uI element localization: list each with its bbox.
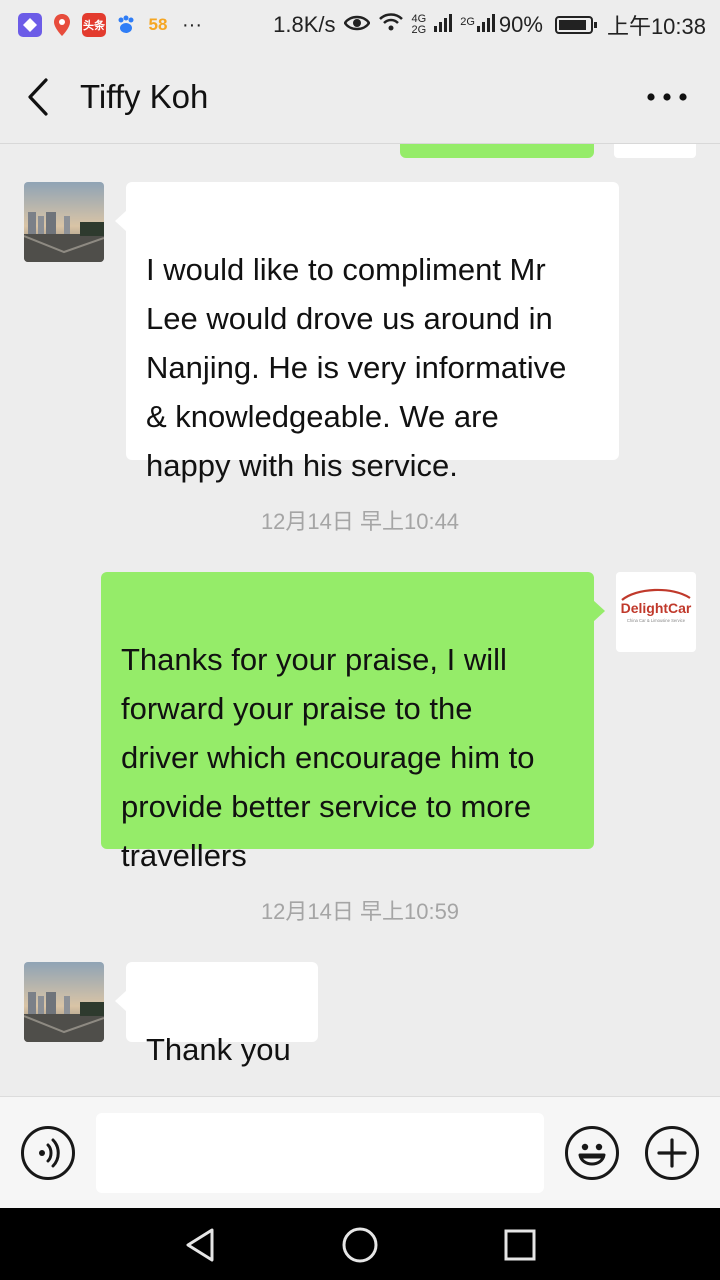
contact-avatar[interactable] xyxy=(24,182,104,262)
message-text: Thanks for your praise, I will forward y… xyxy=(121,642,535,873)
toutiao-icon: 头条 xyxy=(82,13,106,37)
svg-text:China Car & Limousine Service: China Car & Limousine Service xyxy=(627,618,686,623)
square-recents-icon xyxy=(504,1229,536,1261)
svg-text:DelightCar: DelightCar xyxy=(621,600,692,616)
nav-recents-button[interactable] xyxy=(499,1224,541,1266)
input-bar xyxy=(0,1096,720,1208)
incoming-message-bubble[interactable]: Thank you xyxy=(115,962,318,1067)
status-bar: 头条 58 ··· 1.8K/s 4G 2G 2G 90% 上午10:38 xyxy=(0,0,720,50)
battery-percent: 90% xyxy=(498,12,543,37)
more-notifications-icon: ··· xyxy=(182,13,202,36)
triangle-back-icon xyxy=(186,1228,214,1262)
voice-input-button[interactable] xyxy=(21,1126,75,1180)
avatar-photo xyxy=(24,962,104,1042)
avatar-photo xyxy=(24,182,104,262)
wifi-icon xyxy=(378,12,404,38)
back-button[interactable] xyxy=(20,74,60,120)
signal-icon-2 xyxy=(476,12,495,38)
network-speed: 1.8K/s xyxy=(273,12,336,37)
message-timestamp: 12月14日 早上10:59 xyxy=(260,899,460,924)
partial-avatar xyxy=(614,144,696,158)
system-status: 1.8K/s 4G 2G 2G 90% 上午10:38 xyxy=(273,9,706,41)
contact-avatar[interactable] xyxy=(24,962,104,1042)
battery-fill xyxy=(558,20,586,30)
network-type-bottom: 2G xyxy=(411,24,427,36)
incoming-message-bubble[interactable]: I would like to compliment Mr Lee would … xyxy=(115,182,619,483)
baidu-paw-icon xyxy=(114,13,138,37)
signal-icon xyxy=(434,12,453,38)
my-avatar[interactable]: DelightCar China Car & Limousine Service xyxy=(616,572,696,652)
battery-icon xyxy=(554,16,597,34)
more-dots-icon xyxy=(647,93,687,101)
circle-home-icon xyxy=(342,1227,378,1263)
message-input[interactable] xyxy=(96,1113,544,1193)
map-pin-icon xyxy=(50,13,74,37)
message-timestamp: 12月14日 早上10:44 xyxy=(260,509,460,534)
app-diamond-icon xyxy=(18,13,42,37)
more-actions-button[interactable] xyxy=(645,1126,699,1180)
eye-icon xyxy=(343,12,370,38)
voice-icon xyxy=(39,1138,60,1168)
smiley-face-icon xyxy=(578,1143,606,1166)
nav-home-button[interactable] xyxy=(339,1224,381,1266)
message-text: I would like to compliment Mr Lee would … xyxy=(146,252,567,483)
message-text: Thank you xyxy=(146,1032,291,1067)
notification-icons: 头条 58 ··· xyxy=(18,13,202,37)
message-list[interactable]: I would like to compliment Mr Lee would … xyxy=(0,144,720,1096)
delightcar-logo: DelightCar China Car & Limousine Service xyxy=(621,588,692,623)
network-type: 4G 2G xyxy=(412,14,427,36)
chevron-left-icon xyxy=(28,78,48,116)
partial-outgoing-bubble xyxy=(400,144,594,158)
emoji-button[interactable] xyxy=(565,1126,619,1180)
app-58-icon: 58 xyxy=(148,15,168,34)
outgoing-message-bubble[interactable]: Thanks for your praise, I will forward y… xyxy=(101,572,605,873)
chat-header: Tiffy Koh xyxy=(0,50,720,144)
page-title: Tiffy Koh xyxy=(80,78,209,115)
plus-icon xyxy=(657,1138,687,1168)
clock: 上午10:38 xyxy=(606,14,706,39)
nav-back-button[interactable] xyxy=(180,1224,222,1266)
network-type-2: 2G xyxy=(460,16,475,28)
more-options-button[interactable] xyxy=(644,82,690,112)
system-navigation-bar xyxy=(0,1208,720,1280)
